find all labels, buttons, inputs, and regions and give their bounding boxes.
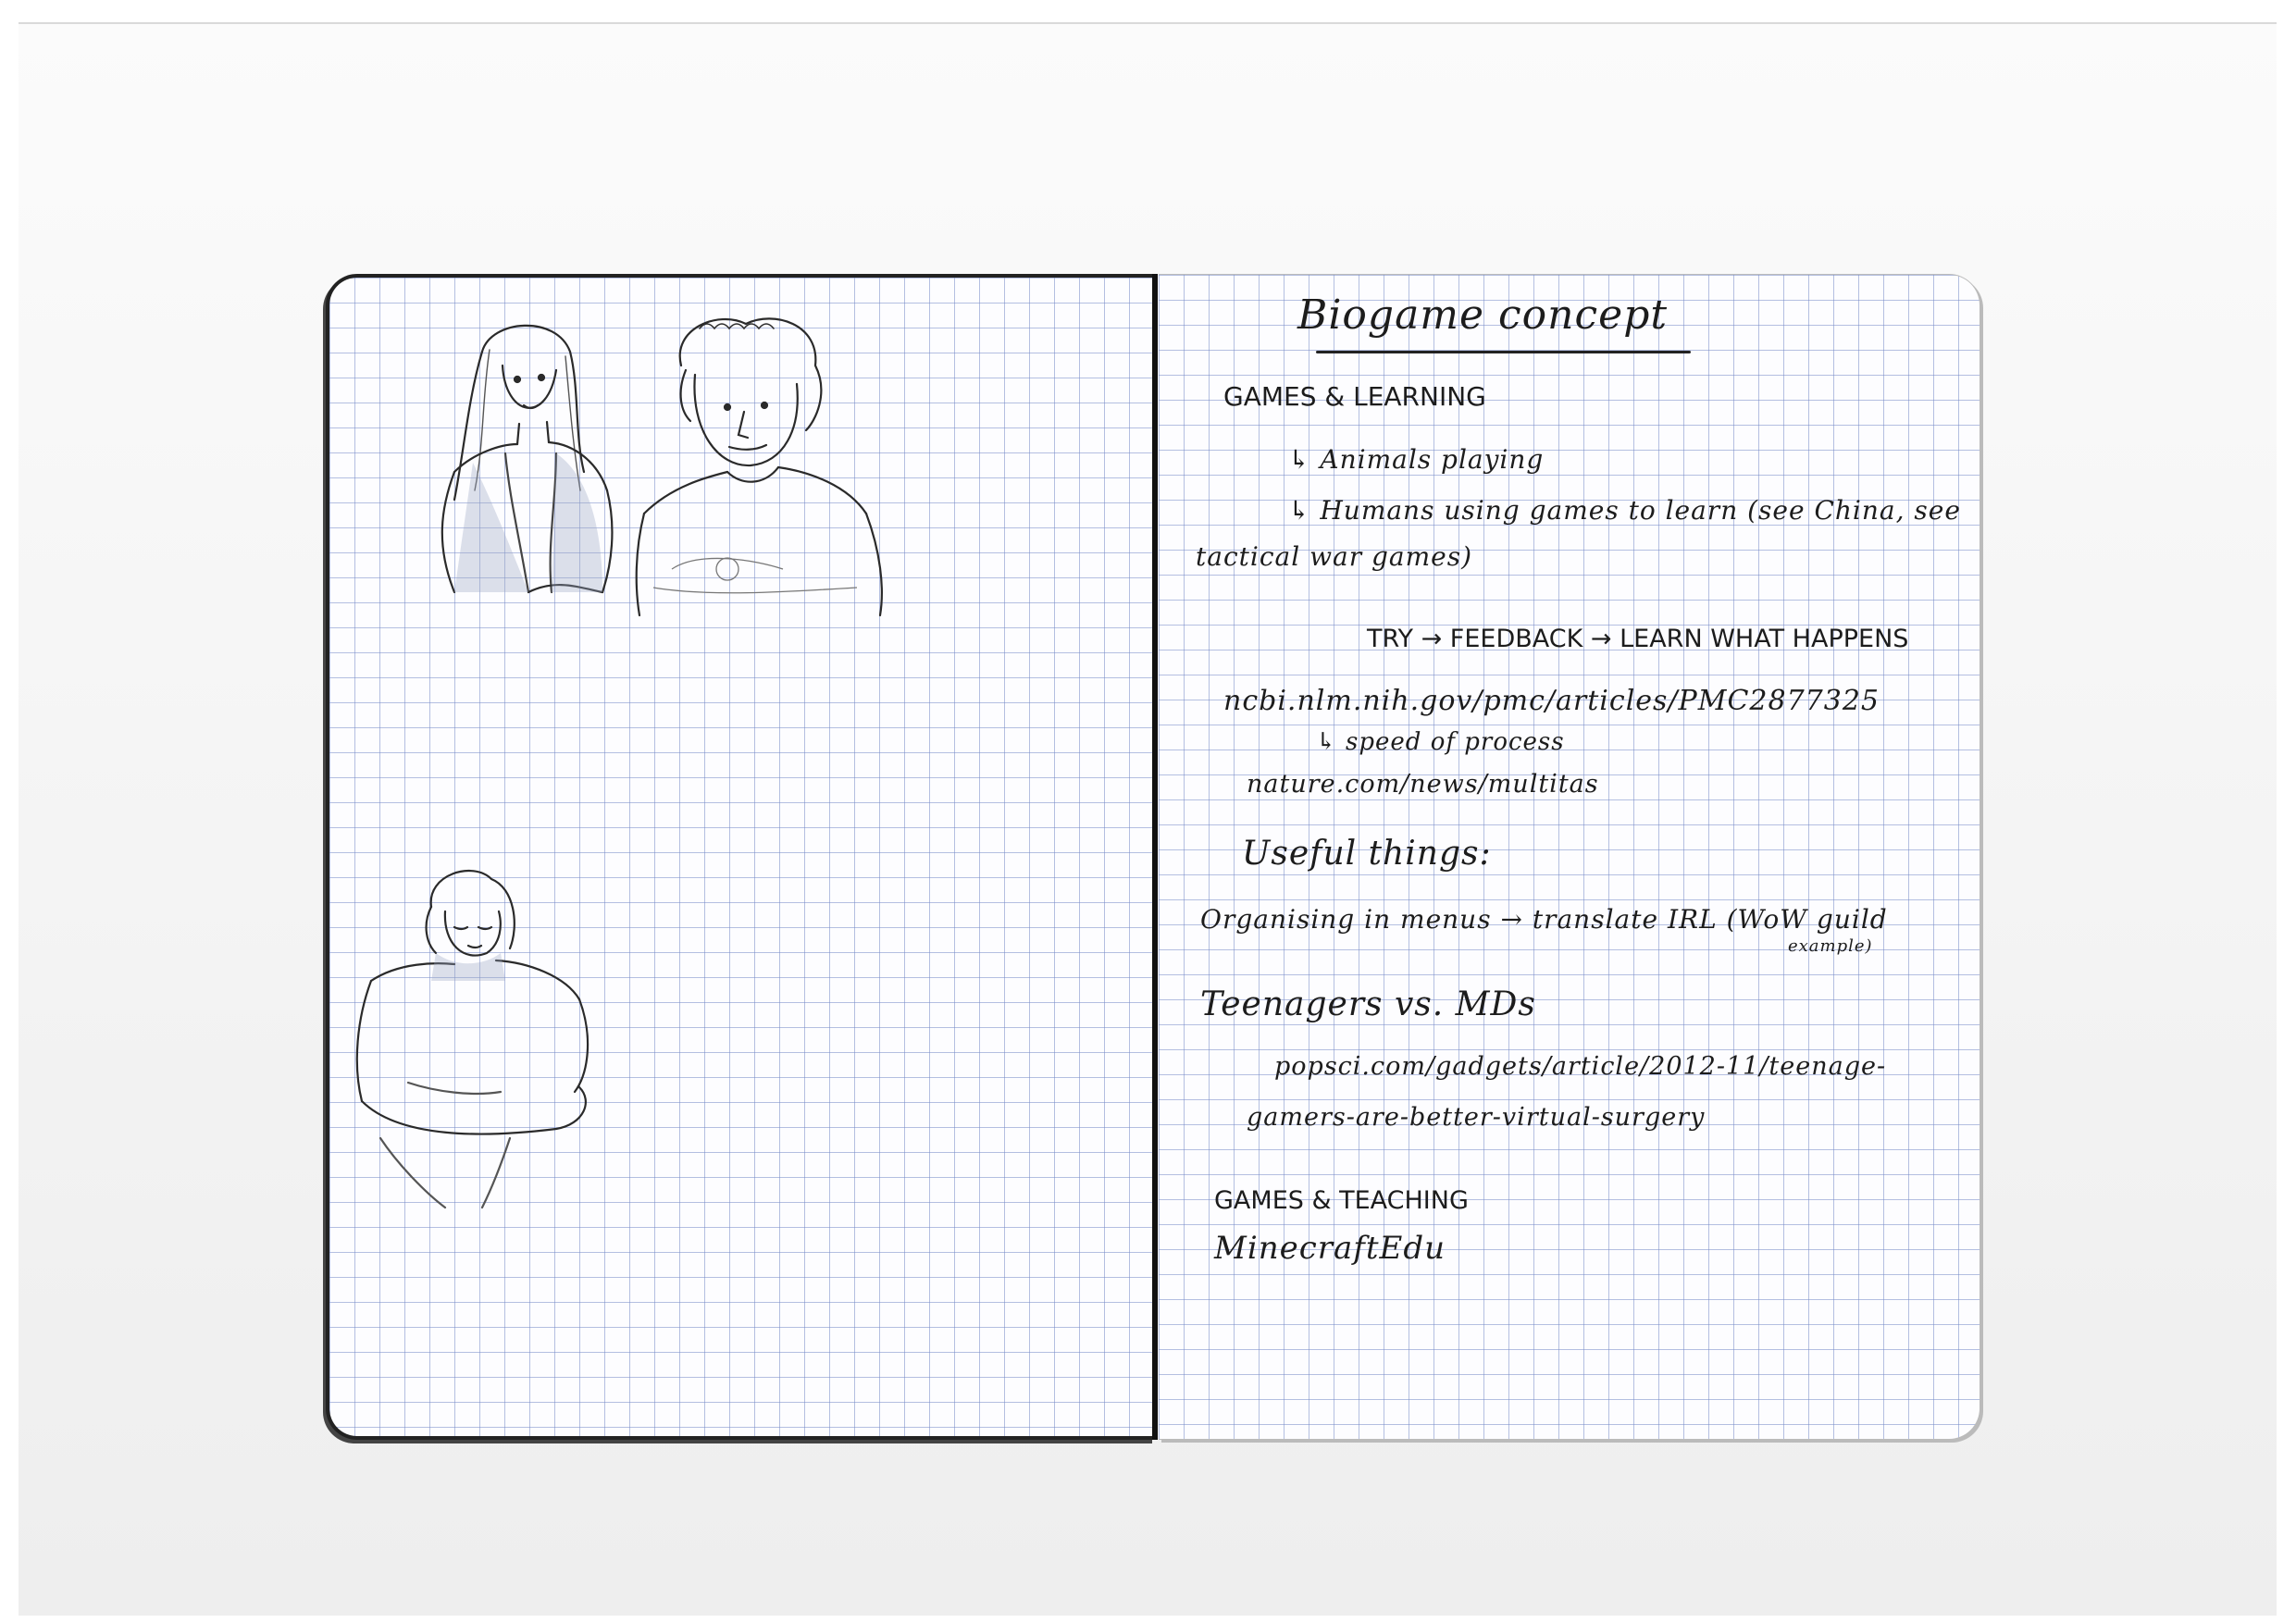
note-try-feedback-learn: TRY → FEEDBACK → LEARN WHAT HAPPENS <box>1367 625 1909 653</box>
note-organising-menus: Organising in menus → translate IRL (WoW… <box>1200 904 1888 935</box>
notebook-spread: Biogame concept GAMES & LEARNING ↳ Anima… <box>326 274 1980 1440</box>
heading-games-learning: GAMES & LEARNING <box>1223 381 1486 412</box>
right-page: Biogame concept GAMES & LEARNING ↳ Anima… <box>1159 274 1980 1440</box>
link-nature: nature.com/news/multitas <box>1247 770 1599 799</box>
link-ncbi: ncbi.nlm.nih.gov/pmc/articles/PMC2877325 <box>1223 685 1880 717</box>
note-animals-playing: ↳ Animals playing <box>1288 444 1545 475</box>
sketch-curly-haired-man <box>635 317 883 617</box>
note-humans-games: ↳ Humans using games to learn (see China… <box>1288 495 1961 526</box>
page-title: Biogame concept <box>1297 291 1669 339</box>
notebook-spine <box>1152 274 1158 1440</box>
link-popsci-line2: gamers-are-better-virtual-surgery <box>1247 1103 1706 1132</box>
title-underline <box>1316 351 1691 353</box>
note-tactical-war-games: tactical war games) <box>1196 541 1473 572</box>
note-minecraftedu: MinecraftEdu <box>1214 1230 1446 1267</box>
sketch-seated-person-looking-down <box>355 870 590 1209</box>
left-page <box>326 274 1155 1440</box>
heading-useful-things: Useful things: <box>1242 835 1492 873</box>
heading-teenagers-vs-mds: Teenagers vs. MDs <box>1200 985 1536 1023</box>
link-popsci-line1: popsci.com/gadgets/article/2012-11/teena… <box>1274 1052 1887 1081</box>
heading-games-teaching: GAMES & TEACHING <box>1214 1186 1469 1215</box>
note-example: example) <box>1788 936 1873 956</box>
note-speed-of-process: ↳ speed of process <box>1316 728 1565 756</box>
